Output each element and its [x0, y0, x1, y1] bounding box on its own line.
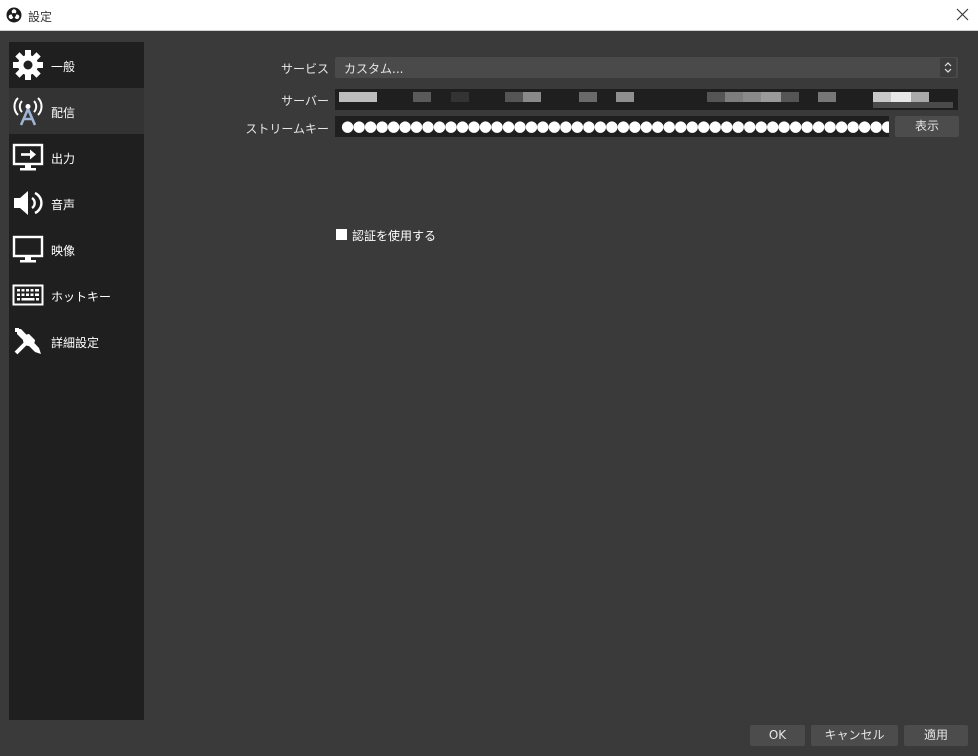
output-icon: [12, 141, 44, 173]
monitor-icon: [12, 233, 44, 265]
obs-logo-icon: [6, 7, 22, 23]
sidebar-item-audio[interactable]: 音声: [9, 180, 144, 226]
redacted-text: [523, 92, 541, 102]
redacted-text: [891, 92, 911, 102]
redacted-text: [339, 92, 377, 102]
redacted-text: [818, 92, 836, 102]
sidebar-item-hotkeys[interactable]: ホットキー: [9, 272, 144, 318]
redacted-text: [781, 92, 799, 102]
redacted-text: [505, 92, 523, 102]
keyboard-icon: [12, 279, 44, 311]
sidebar-item-output[interactable]: 出力: [9, 134, 144, 180]
antenna-icon: [12, 95, 44, 127]
use-auth-checkbox[interactable]: [336, 229, 347, 240]
window-title: 設定: [28, 10, 53, 24]
service-select-value: カスタム...: [344, 62, 404, 76]
sidebar-item-label: 一般: [51, 60, 76, 74]
stream-key-masked-value: ●●●●●●●●●●●●●●●●●●●●●●●●●●●●●●●●●●●●●●●●…: [341, 117, 889, 135]
stream-key-label: ストリームキー: [245, 122, 329, 136]
service-label: サービス: [280, 62, 329, 76]
sidebar-item-label: 詳細設定: [51, 336, 100, 350]
stream-key-input[interactable]: ●●●●●●●●●●●●●●●●●●●●●●●●●●●●●●●●●●●●●●●●…: [335, 116, 889, 137]
title-bar: 設定: [0, 0, 978, 31]
chevron-updown-icon: [940, 58, 956, 77]
settings-sidebar: 一般 配信 出力 音声 映像 ホットキー 詳細設定: [9, 42, 144, 720]
sidebar-item-label: 出力: [51, 152, 76, 166]
use-auth-label[interactable]: 認証を使用する: [352, 227, 436, 244]
sidebar-item-label: ホットキー: [51, 290, 112, 304]
redacted-text: [761, 92, 781, 102]
cancel-button[interactable]: キャンセル: [811, 725, 898, 746]
sidebar-item-label: 配信: [51, 106, 76, 120]
redacted-text: [707, 92, 725, 102]
sidebar-item-advanced[interactable]: 詳細設定: [9, 318, 144, 364]
redacted-text: [616, 92, 634, 102]
server-input[interactable]: [335, 89, 958, 110]
redacted-text: [451, 92, 469, 102]
redacted-text: [579, 92, 597, 102]
sidebar-item-label: 音声: [51, 198, 76, 212]
speaker-icon: [12, 187, 44, 219]
sidebar-item-stream[interactable]: 配信: [9, 88, 144, 134]
server-label: サーバー: [281, 94, 329, 108]
redacted-text: [873, 102, 953, 108]
ok-button[interactable]: OK: [750, 725, 805, 746]
close-icon: [956, 8, 969, 21]
redacted-text: [873, 92, 891, 102]
redacted-text: [743, 92, 761, 102]
tools-icon: [12, 325, 44, 357]
service-select[interactable]: カスタム...: [335, 57, 958, 78]
redacted-text: [725, 92, 743, 102]
apply-button[interactable]: 適用: [904, 725, 968, 746]
gear-icon: [12, 49, 44, 81]
show-key-button[interactable]: 表示: [895, 116, 959, 137]
sidebar-item-general[interactable]: 一般: [9, 42, 144, 88]
sidebar-item-label: 映像: [51, 244, 76, 258]
redacted-text: [911, 92, 929, 102]
close-button[interactable]: [948, 0, 978, 30]
redacted-text: [413, 92, 431, 102]
sidebar-item-video[interactable]: 映像: [9, 226, 144, 272]
